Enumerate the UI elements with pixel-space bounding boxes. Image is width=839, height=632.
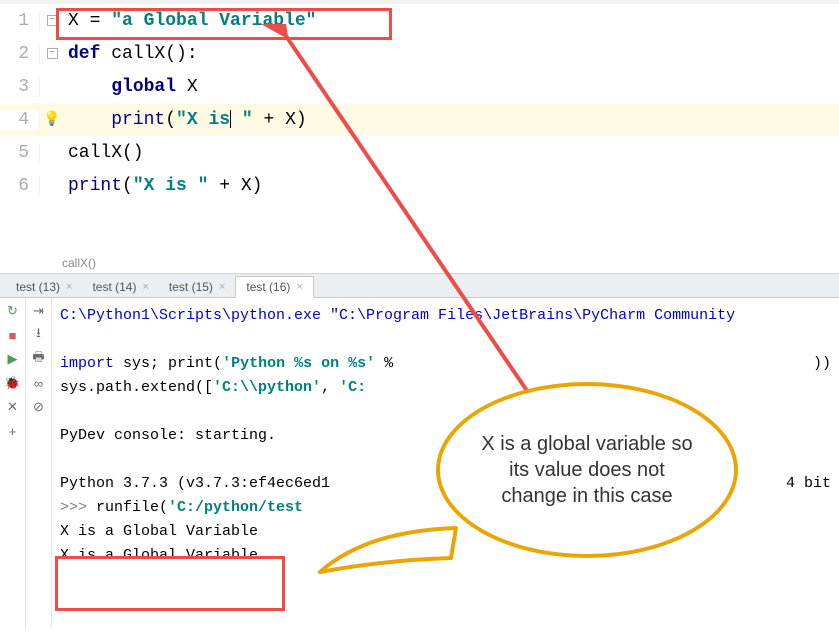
console-line: C:\Python1\Scripts\python.exe "C:\Progra… — [60, 304, 831, 328]
history-icon[interactable]: ∞ — [30, 374, 48, 392]
collapse-icon: − — [47, 48, 58, 59]
close-icon[interactable]: × — [142, 281, 148, 293]
code-editor[interactable]: 1 − X = "a Global Variable" 2 − def call… — [0, 0, 839, 252]
annotation-callout: X is a global variable so its value does… — [436, 382, 738, 558]
rerun-icon[interactable]: ↻ — [4, 302, 22, 320]
code-line-5[interactable]: callX() — [64, 143, 839, 163]
bulb-icon: 💡 — [43, 111, 60, 128]
callout-bubble: X is a global variable so its value does… — [436, 382, 738, 558]
breadcrumb[interactable]: callX() — [0, 252, 839, 274]
tab-test-15[interactable]: test (15)× — [159, 277, 235, 297]
close-icon[interactable]: × — [66, 281, 72, 293]
console-tabs: test (13)× test (14)× test (15)× test (1… — [0, 274, 839, 298]
add-icon[interactable]: + — [4, 422, 22, 440]
callout-text: X is a global variable so its value does… — [474, 431, 700, 509]
callout-tail — [316, 516, 466, 576]
print-icon[interactable]: 🖶 — [30, 350, 48, 368]
stop-icon[interactable]: ■ — [4, 326, 22, 344]
console-line: import sys; print('Python %s on %s' %)) — [60, 352, 831, 376]
gutter-fold[interactable]: − — [40, 48, 64, 59]
code-line-2[interactable]: def callX(): — [64, 44, 839, 64]
close-icon[interactable]: × — [296, 281, 302, 293]
code-line-6[interactable]: print("X is " + X) — [64, 176, 839, 196]
console-toolbar-left: ↻ ■ ▶ 🐞 ✕ + — [0, 298, 26, 628]
line-number: 1 — [0, 11, 40, 31]
gutter-fold[interactable]: − — [40, 15, 64, 26]
line-number: 6 — [0, 176, 40, 196]
line-number: 4 — [0, 110, 40, 130]
scroll-end-icon[interactable]: ⭳ — [30, 326, 48, 344]
collapse-icon: − — [47, 15, 58, 26]
console-toolbar-right: ⇥ ⭳ 🖶 ∞ ⊘ — [26, 298, 52, 628]
tab-test-13[interactable]: test (13)× — [6, 277, 82, 297]
soft-wrap-icon[interactable]: ⇥ — [30, 302, 48, 320]
code-line-3[interactable]: global X — [64, 77, 839, 97]
intention-bulb[interactable]: 💡 — [40, 111, 64, 128]
line-number: 2 — [0, 44, 40, 64]
tab-test-14[interactable]: test (14)× — [82, 277, 158, 297]
debug-icon[interactable]: 🐞 — [4, 374, 22, 392]
code-line-1[interactable]: X = "a Global Variable" — [64, 11, 839, 31]
run-icon[interactable]: ▶ — [4, 350, 22, 368]
clear-icon[interactable]: ⊘ — [30, 398, 48, 416]
tab-test-16[interactable]: test (16)× — [235, 276, 313, 298]
close-icon[interactable]: × — [219, 281, 225, 293]
code-line-4[interactable]: print("X is " + X) — [64, 110, 839, 130]
line-number: 5 — [0, 143, 40, 163]
settings-icon[interactable]: ✕ — [4, 398, 22, 416]
line-number: 3 — [0, 77, 40, 97]
